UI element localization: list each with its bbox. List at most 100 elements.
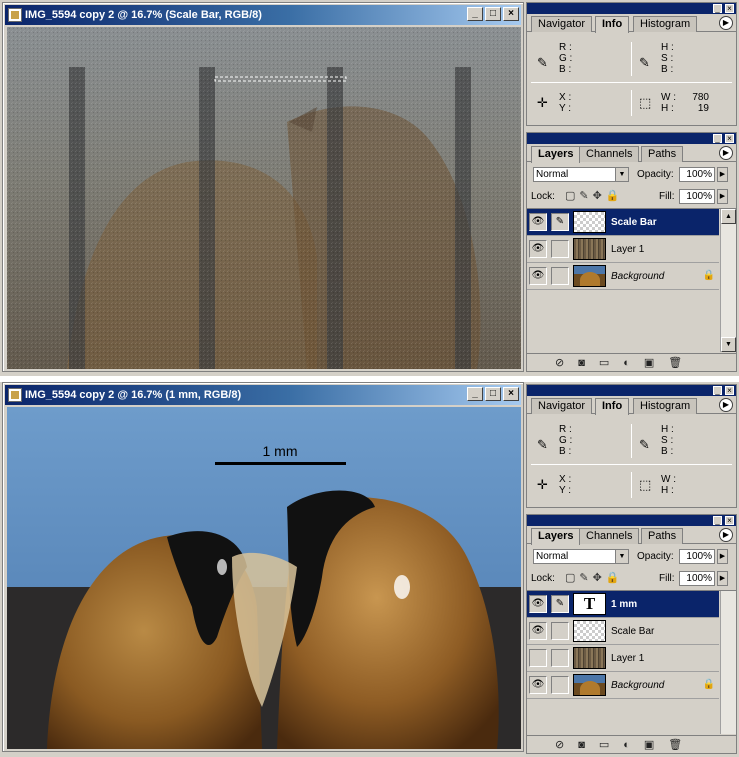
palette-close-button[interactable]: × <box>725 134 734 143</box>
info-h-value: 19 <box>697 103 709 114</box>
link-slot[interactable] <box>551 240 569 258</box>
document-titlebar[interactable]: IMG_5594 copy 2 @ 16.7% (Scale Bar, RGB/… <box>5 5 521 25</box>
fill-arrow-button[interactable]: ▶ <box>717 189 728 204</box>
opacity-arrow-button[interactable]: ▶ <box>717 167 728 182</box>
tab-channels[interactable]: Channels <box>579 146 640 162</box>
link-slot[interactable] <box>551 649 569 667</box>
palette-minimize-button[interactable]: _ <box>713 516 722 525</box>
layer-row-background[interactable]: 👁 Background 🔒 <box>527 263 719 290</box>
ruler-overlay-image <box>7 27 521 369</box>
crosshair-icon: ✛ <box>537 95 548 110</box>
layer-list: 👁 ✎ Scale Bar 👁 Layer 1 👁 Background 🔒 ▲ <box>527 208 736 352</box>
layer-row-layer-1[interactable]: 👁 Layer 1 <box>527 236 719 263</box>
info-w-label: W : <box>661 92 676 103</box>
info-x-label: X : <box>559 474 572 485</box>
tab-channels[interactable]: Channels <box>579 528 640 544</box>
palette-menu-icon[interactable]: ▶ <box>719 16 733 30</box>
document-titlebar[interactable]: IMG_5594 copy 2 @ 16.7% (1 mm, RGB/8) _ … <box>5 385 521 405</box>
layer-row-layer-1[interactable]: Layer 1 <box>527 645 719 672</box>
fill-label: Fill: <box>659 191 675 202</box>
link-slot[interactable] <box>551 267 569 285</box>
tab-navigator[interactable]: Navigator <box>531 16 593 32</box>
info-h2-label: H : <box>661 103 674 114</box>
info-h-label: H : <box>661 424 674 435</box>
blend-mode-select[interactable]: Normal ▼ <box>533 167 629 182</box>
layer-thumbnail <box>573 620 606 642</box>
tab-info[interactable]: Info <box>595 16 630 33</box>
opacity-input[interactable]: 100% <box>679 549 715 564</box>
palette-close-button[interactable]: × <box>725 4 734 13</box>
info-r-label: R : <box>559 424 572 435</box>
palette-minimize-button[interactable]: _ <box>713 4 722 13</box>
chevron-down-icon: ▼ <box>615 550 628 563</box>
eye-icon[interactable]: 👁 <box>529 595 547 613</box>
minimize-button[interactable]: _ <box>467 387 483 401</box>
layer-name: Scale Bar <box>611 217 657 228</box>
opacity-arrow-button[interactable]: ▶ <box>717 549 728 564</box>
link-slot[interactable] <box>551 676 569 694</box>
maximize-button[interactable]: □ <box>485 7 501 21</box>
minimize-button[interactable]: _ <box>467 7 483 21</box>
scroll-up-button[interactable]: ▲ <box>721 209 736 224</box>
close-button[interactable]: × <box>503 387 519 401</box>
info-s-label: S : <box>661 435 674 446</box>
info-y-label: Y : <box>559 103 572 114</box>
layers-footer: ⊘◙▭◐▣🗑 <box>527 353 736 371</box>
opacity-input[interactable]: 100% <box>679 167 715 182</box>
palette-menu-icon[interactable]: ▶ <box>719 528 733 542</box>
eye-icon[interactable]: 👁 <box>529 240 547 258</box>
blend-mode-select[interactable]: Normal ▼ <box>533 549 629 564</box>
palette-close-button[interactable]: × <box>725 516 734 525</box>
eye-icon[interactable]: 👁 <box>529 676 547 694</box>
fill-input[interactable]: 100% <box>679 571 715 586</box>
layers-palette: _ × Layers Channels Paths ▶ Normal ▼ Opa… <box>526 132 737 372</box>
eye-icon[interactable]: 👁 <box>529 267 547 285</box>
eyedropper-icon: ✎ <box>639 437 650 452</box>
layer-actions-icons[interactable]: ⊘◙▭◐▣🗑 <box>555 356 696 369</box>
layer-scrollbar[interactable] <box>720 591 736 734</box>
blend-mode-value: Normal <box>536 169 569 180</box>
layer-name: Layer 1 <box>611 653 645 664</box>
layer-actions-icons[interactable]: ⊘◙▭◐▣🗑 <box>555 738 696 751</box>
eyedropper-icon: ✎ <box>639 55 650 70</box>
lock-label: Lock: <box>531 573 555 584</box>
tab-layers[interactable]: Layers <box>531 528 581 545</box>
layer-name: Layer 1 <box>611 244 645 255</box>
eye-icon[interactable]: 👁 <box>529 213 547 231</box>
tab-navigator[interactable]: Navigator <box>531 398 593 414</box>
layer-row-background[interactable]: 👁 Background 🔒 <box>527 672 719 699</box>
layer-row-scale-bar[interactable]: 👁 Scale Bar <box>527 618 719 645</box>
image-canvas[interactable] <box>7 27 521 369</box>
lock-options-icons[interactable]: ▢✎✥🔒 <box>565 571 624 586</box>
layer-thumbnail <box>573 211 606 233</box>
maximize-button[interactable]: □ <box>485 387 501 401</box>
layer-scrollbar[interactable]: ▲ ▼ <box>720 209 736 352</box>
fill-input[interactable]: 100% <box>679 189 715 204</box>
lock-icon: 🔒 <box>702 270 715 281</box>
scroll-down-button[interactable]: ▼ <box>721 337 736 352</box>
layer-thumbnail <box>573 238 606 260</box>
close-button[interactable]: × <box>503 7 519 21</box>
lock-icon: 🔒 <box>702 679 715 690</box>
tab-paths[interactable]: Paths <box>641 146 684 162</box>
eye-hidden-slot[interactable] <box>529 649 547 667</box>
palette-menu-icon[interactable]: ▶ <box>719 398 733 412</box>
image-canvas[interactable]: 1 mm <box>7 407 521 749</box>
palette-minimize-button[interactable]: _ <box>713 134 722 143</box>
palette-close-button[interactable]: × <box>725 386 734 395</box>
eye-icon[interactable]: 👁 <box>529 622 547 640</box>
fill-arrow-button[interactable]: ▶ <box>717 571 728 586</box>
lock-options-icons[interactable]: ▢✎✥🔒 <box>565 189 624 204</box>
info-g-label: G : <box>559 53 573 64</box>
tab-histogram[interactable]: Histogram <box>633 16 698 32</box>
selection-size-icon: ⬚ <box>639 95 652 110</box>
tab-layers[interactable]: Layers <box>531 146 581 163</box>
palette-menu-icon[interactable]: ▶ <box>719 146 733 160</box>
layer-row-1-mm[interactable]: 👁 ✎ T 1 mm <box>527 591 719 618</box>
palette-minimize-button[interactable]: _ <box>713 386 722 395</box>
tab-histogram[interactable]: Histogram <box>633 398 698 414</box>
tab-paths[interactable]: Paths <box>641 528 684 544</box>
link-slot[interactable] <box>551 622 569 640</box>
layer-row-scale-bar[interactable]: 👁 ✎ Scale Bar <box>527 209 719 236</box>
tab-info[interactable]: Info <box>595 398 630 415</box>
